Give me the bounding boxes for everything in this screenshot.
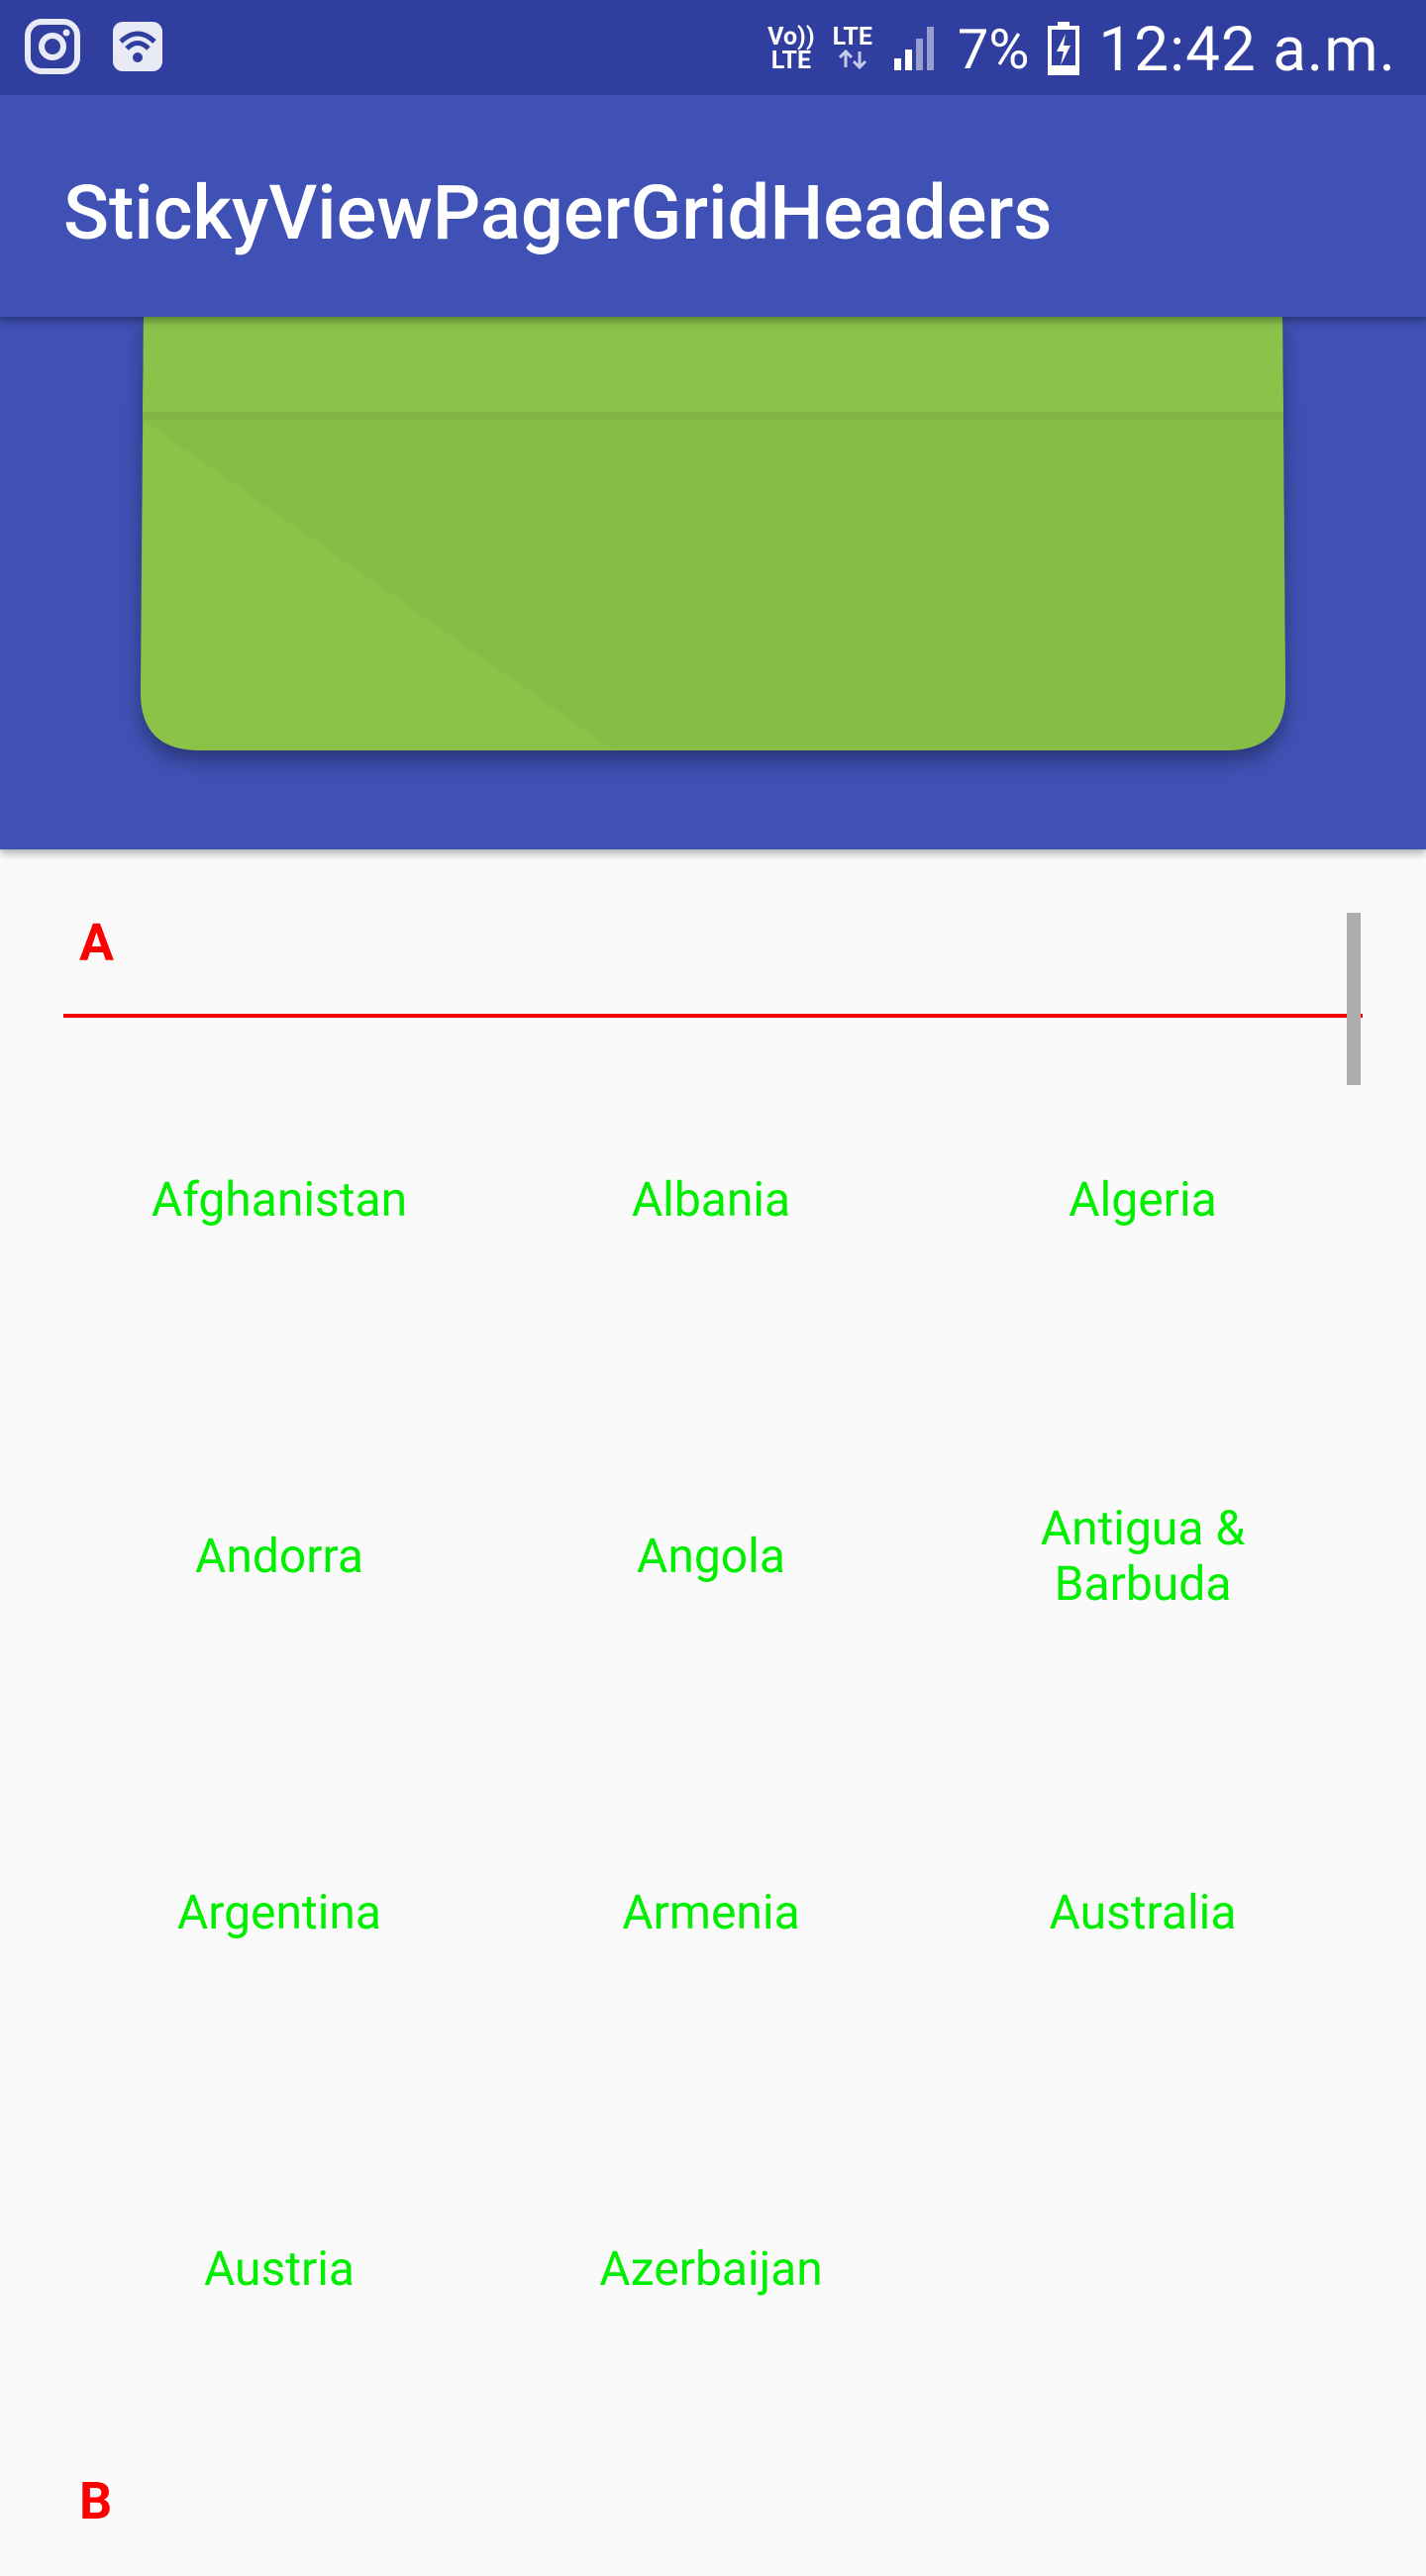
- country-label: Albania: [631, 1171, 791, 1228]
- country-label: Algeria: [1069, 1171, 1217, 1228]
- volte-indicator: Vo)) LTE: [767, 25, 814, 75]
- grid-item[interactable]: Argentina: [63, 1734, 495, 2091]
- grid-item[interactable]: Andorra: [63, 1378, 495, 1734]
- clock: 12:42 a.m.: [1098, 13, 1396, 86]
- data-arrows-icon: [838, 49, 866, 69]
- status-bar: Vo)) LTE LTE 7% 12:42 a.m.: [0, 0, 1426, 95]
- status-bar-right: Vo)) LTE LTE 7% 12:42 a.m.: [767, 10, 1396, 89]
- header-banner: [0, 317, 1426, 849]
- app-title: StickyViewPagerGridHeaders: [63, 168, 1053, 257]
- country-label: Australia: [1049, 1884, 1237, 1940]
- section-letter: A: [79, 913, 114, 973]
- wifi-call-icon: [109, 18, 166, 79]
- section-header-b: B: [63, 2471, 1363, 2576]
- grid-item[interactable]: Antigua & Barbuda: [927, 1378, 1359, 1734]
- country-label: Afghanistan: [151, 1171, 408, 1228]
- battery-charging-icon: [1047, 20, 1080, 79]
- grid-item[interactable]: Algeria: [927, 1022, 1359, 1378]
- section-letter: B: [79, 2471, 113, 2531]
- country-label: Austria: [203, 2240, 356, 2297]
- country-label: Argentina: [176, 1884, 382, 1940]
- volte-lte-label: LTE: [770, 47, 812, 75]
- country-label: Andorra: [195, 1528, 363, 1584]
- country-label: Armenia: [622, 1884, 800, 1940]
- section-header-a: A: [63, 913, 1363, 1018]
- section-divider: [63, 1014, 1363, 1018]
- lte-label: LTE: [832, 22, 872, 51]
- lte-indicator: LTE: [832, 22, 872, 74]
- app-bar: StickyViewPagerGridHeaders: [0, 95, 1426, 317]
- instagram-icon: [24, 18, 81, 79]
- grid-item[interactable]: Austria: [63, 2091, 495, 2447]
- grid-item[interactable]: Albania: [495, 1022, 927, 1378]
- green-card-illustration: [141, 317, 1285, 750]
- signal-icon: [890, 23, 940, 76]
- grid-item[interactable]: Azerbaijan: [495, 2091, 927, 2447]
- grid-item[interactable]: Australia: [927, 1734, 1359, 2091]
- grid-item[interactable]: Afghanistan: [63, 1022, 495, 1378]
- country-label: Angola: [637, 1528, 785, 1584]
- status-bar-left: [24, 18, 166, 79]
- grid-item[interactable]: Armenia: [495, 1734, 927, 2091]
- country-label: Azerbaijan: [599, 2240, 823, 2297]
- grid-item[interactable]: Angola: [495, 1378, 927, 1734]
- battery-percent: 7%: [957, 17, 1030, 82]
- country-label: Antigua & Barbuda: [1040, 1500, 1246, 1612]
